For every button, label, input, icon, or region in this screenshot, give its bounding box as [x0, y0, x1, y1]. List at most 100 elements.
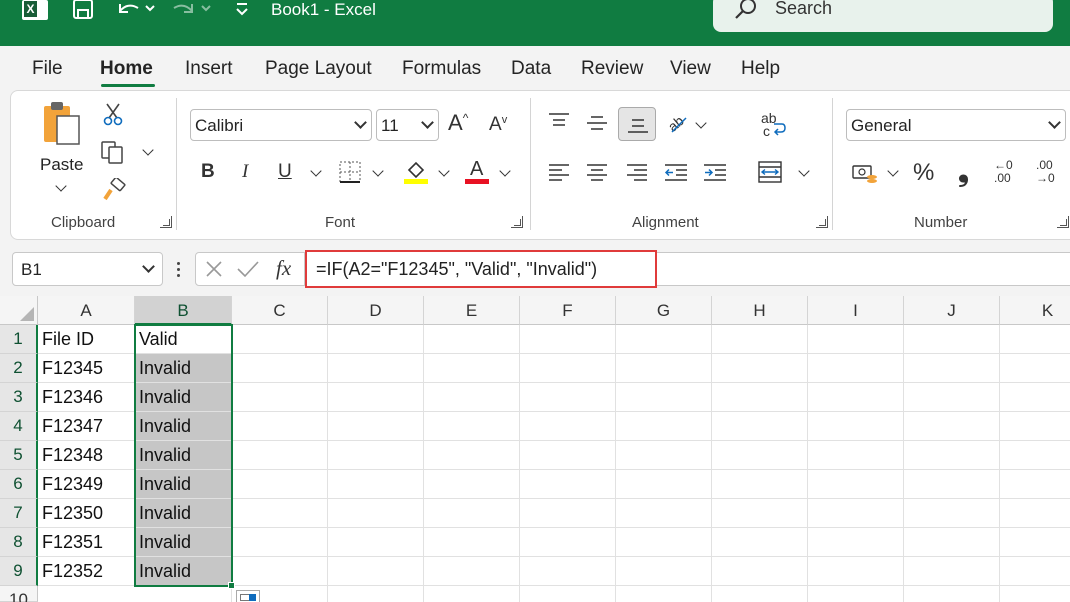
orientation-icon[interactable]: ab: [664, 110, 690, 136]
row-10-cells[interactable]: [38, 586, 232, 602]
cell-b5[interactable]: Invalid: [135, 441, 232, 470]
middle-align-icon[interactable]: [586, 114, 608, 132]
row-header-1[interactable]: 1: [0, 325, 38, 354]
bold-button[interactable]: B: [201, 162, 215, 181]
cell-a6[interactable]: F12349: [38, 470, 135, 499]
clipboard-launcher-icon[interactable]: [160, 216, 172, 228]
column-header-g[interactable]: G: [616, 296, 712, 325]
cell-b2[interactable]: Invalid: [135, 354, 232, 383]
cancel-icon[interactable]: [204, 259, 224, 279]
wrap-text-icon[interactable]: ab c: [760, 110, 786, 139]
row-header-4[interactable]: 4: [0, 412, 38, 441]
column-header-e[interactable]: E: [424, 296, 520, 325]
comma-style-button[interactable]: ❟: [958, 158, 969, 186]
cell-a1[interactable]: File ID: [38, 325, 135, 354]
row-header-9[interactable]: 9: [0, 557, 38, 586]
tab-view[interactable]: View: [670, 58, 711, 80]
column-header-c[interactable]: C: [232, 296, 328, 325]
row-header-5[interactable]: 5: [0, 441, 38, 470]
tab-home[interactable]: Home: [100, 58, 153, 80]
column-header-b[interactable]: B: [135, 296, 232, 325]
top-align-icon[interactable]: [548, 112, 570, 130]
decrease-decimal-button[interactable]: .00 →0: [1036, 159, 1064, 187]
merge-center-icon[interactable]: [758, 160, 782, 184]
cell-a2[interactable]: F12345: [38, 354, 135, 383]
select-all-button[interactable]: [0, 296, 38, 325]
cell-a9[interactable]: F12352: [38, 557, 135, 586]
name-box[interactable]: B1: [12, 252, 163, 286]
font-size-dropdown[interactable]: 11: [376, 109, 439, 141]
borders-icon[interactable]: [338, 160, 362, 184]
cut-icon[interactable]: [103, 102, 123, 126]
auto-fill-options-button[interactable]: [236, 590, 260, 602]
align-left-icon[interactable]: [548, 163, 570, 181]
percent-style-button[interactable]: %: [913, 161, 934, 185]
cell-a3[interactable]: F12346: [38, 383, 135, 412]
save-icon[interactable]: [72, 0, 94, 22]
row-header-2[interactable]: 2: [0, 354, 38, 383]
alignment-launcher-icon[interactable]: [816, 216, 828, 228]
decrease-indent-icon[interactable]: [664, 163, 688, 181]
tab-help[interactable]: Help: [741, 58, 780, 80]
column-header-a[interactable]: A: [38, 296, 135, 325]
empty-cells-area[interactable]: [232, 325, 1070, 602]
underline-button[interactable]: U: [278, 162, 292, 181]
column-header-f[interactable]: F: [520, 296, 616, 325]
cell-b4[interactable]: Invalid: [135, 412, 232, 441]
row-header-10[interactable]: 10: [0, 586, 38, 602]
column-header-d[interactable]: D: [328, 296, 424, 325]
column-header-k[interactable]: K: [1000, 296, 1070, 325]
cell-a5[interactable]: F12348: [38, 441, 135, 470]
column-header-h[interactable]: H: [712, 296, 808, 325]
column-header-i[interactable]: I: [808, 296, 904, 325]
formula-input[interactable]: =IF(A2="F12345", "Valid", "Invalid"): [305, 250, 657, 288]
font-launcher-icon[interactable]: [511, 216, 523, 228]
more-options-icon[interactable]: [176, 260, 182, 280]
increase-font-size-icon[interactable]: A^: [448, 112, 468, 134]
increase-indent-icon[interactable]: [703, 163, 727, 181]
cell-b7[interactable]: Invalid: [135, 499, 232, 528]
tab-review[interactable]: Review: [581, 58, 643, 80]
tab-page-layout[interactable]: Page Layout: [265, 58, 372, 80]
paste-icon[interactable]: [40, 100, 84, 150]
redo-icon[interactable]: [172, 0, 216, 22]
tab-data[interactable]: Data: [511, 58, 551, 80]
cell-a7[interactable]: F12350: [38, 499, 135, 528]
bottom-align-button[interactable]: [618, 107, 656, 141]
enter-check-icon[interactable]: [236, 259, 260, 279]
paste-button[interactable]: Paste: [40, 155, 83, 175]
fill-handle[interactable]: [228, 582, 235, 589]
increase-decimal-button[interactable]: ←0 .00: [994, 159, 1022, 187]
copy-icon[interactable]: [100, 140, 126, 164]
cell-a4[interactable]: F12347: [38, 412, 135, 441]
column-header-j[interactable]: J: [904, 296, 1000, 325]
decrease-font-size-icon[interactable]: Av: [489, 115, 507, 135]
tab-formulas[interactable]: Formulas: [402, 58, 481, 80]
fill-color-icon[interactable]: [403, 158, 429, 186]
tab-insert[interactable]: Insert: [185, 58, 233, 80]
format-painter-icon[interactable]: [102, 176, 126, 202]
align-center-icon[interactable]: [586, 163, 608, 181]
row-header-8[interactable]: 8: [0, 528, 38, 557]
cell-b3[interactable]: Invalid: [135, 383, 232, 412]
font-name-dropdown[interactable]: Calibri: [190, 109, 372, 141]
tab-file[interactable]: File: [32, 58, 63, 80]
formula-input-extension[interactable]: [657, 252, 1070, 286]
cell-b9[interactable]: Invalid: [135, 557, 232, 586]
insert-function-button[interactable]: fx: [276, 256, 291, 281]
search-box[interactable]: Search: [713, 0, 1053, 32]
accounting-format-icon[interactable]: [851, 162, 879, 186]
customize-quick-access-icon[interactable]: [234, 0, 250, 22]
row-header-6[interactable]: 6: [0, 470, 38, 499]
font-color-icon[interactable]: A: [465, 158, 491, 186]
cell-b1[interactable]: Valid: [135, 325, 232, 354]
cell-b8[interactable]: Invalid: [135, 528, 232, 557]
number-launcher-icon[interactable]: [1057, 216, 1069, 228]
number-format-dropdown[interactable]: General: [846, 109, 1066, 141]
row-header-3[interactable]: 3: [0, 383, 38, 412]
cell-a8[interactable]: F12351: [38, 528, 135, 557]
undo-icon[interactable]: [116, 0, 156, 22]
italic-button[interactable]: I: [242, 162, 248, 181]
align-right-icon[interactable]: [626, 163, 648, 181]
cell-b6[interactable]: Invalid: [135, 470, 232, 499]
